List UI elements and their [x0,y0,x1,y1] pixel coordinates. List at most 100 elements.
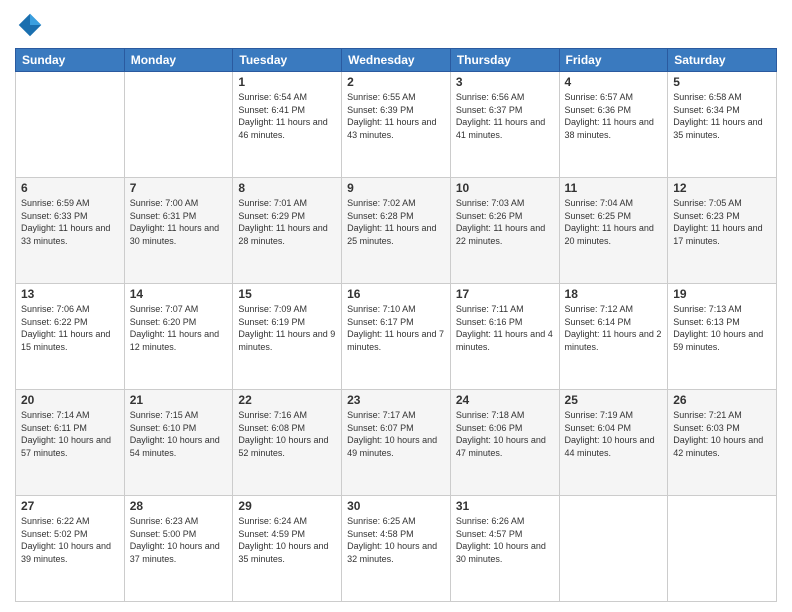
day-number: 3 [456,75,554,89]
weekday-header-friday: Friday [559,49,668,72]
day-cell: 2 Sunrise: 6:55 AM Sunset: 6:39 PM Dayli… [342,72,451,178]
day-number: 13 [21,287,119,301]
day-cell: 23 Sunrise: 7:17 AM Sunset: 6:07 PM Dayl… [342,390,451,496]
day-cell: 30 Sunrise: 6:25 AM Sunset: 4:58 PM Dayl… [342,496,451,602]
day-info: Sunrise: 6:22 AM Sunset: 5:02 PM Dayligh… [21,515,119,565]
day-number: 29 [238,499,336,513]
day-cell: 27 Sunrise: 6:22 AM Sunset: 5:02 PM Dayl… [16,496,125,602]
day-number: 12 [673,181,771,195]
weekday-header-monday: Monday [124,49,233,72]
day-cell: 16 Sunrise: 7:10 AM Sunset: 6:17 PM Dayl… [342,284,451,390]
day-info: Sunrise: 7:11 AM Sunset: 6:16 PM Dayligh… [456,303,554,353]
day-info: Sunrise: 7:07 AM Sunset: 6:20 PM Dayligh… [130,303,228,353]
day-number: 2 [347,75,445,89]
day-number: 11 [565,181,663,195]
day-cell: 15 Sunrise: 7:09 AM Sunset: 6:19 PM Dayl… [233,284,342,390]
day-info: Sunrise: 6:26 AM Sunset: 4:57 PM Dayligh… [456,515,554,565]
day-cell: 20 Sunrise: 7:14 AM Sunset: 6:11 PM Dayl… [16,390,125,496]
day-number: 8 [238,181,336,195]
day-cell [559,496,668,602]
day-cell: 8 Sunrise: 7:01 AM Sunset: 6:29 PM Dayli… [233,178,342,284]
day-info: Sunrise: 7:19 AM Sunset: 6:04 PM Dayligh… [565,409,663,459]
day-info: Sunrise: 6:25 AM Sunset: 4:58 PM Dayligh… [347,515,445,565]
week-row-3: 13 Sunrise: 7:06 AM Sunset: 6:22 PM Dayl… [16,284,777,390]
day-number: 7 [130,181,228,195]
day-cell: 31 Sunrise: 6:26 AM Sunset: 4:57 PM Dayl… [450,496,559,602]
day-cell: 26 Sunrise: 7:21 AM Sunset: 6:03 PM Dayl… [668,390,777,496]
day-number: 23 [347,393,445,407]
day-info: Sunrise: 6:57 AM Sunset: 6:36 PM Dayligh… [565,91,663,141]
day-cell: 4 Sunrise: 6:57 AM Sunset: 6:36 PM Dayli… [559,72,668,178]
day-info: Sunrise: 6:24 AM Sunset: 4:59 PM Dayligh… [238,515,336,565]
weekday-header-thursday: Thursday [450,49,559,72]
day-cell [16,72,125,178]
page: SundayMondayTuesdayWednesdayThursdayFrid… [0,0,792,612]
weekday-header-saturday: Saturday [668,49,777,72]
day-cell: 6 Sunrise: 6:59 AM Sunset: 6:33 PM Dayli… [16,178,125,284]
day-info: Sunrise: 7:01 AM Sunset: 6:29 PM Dayligh… [238,197,336,247]
calendar-table: SundayMondayTuesdayWednesdayThursdayFrid… [15,48,777,602]
day-number: 1 [238,75,336,89]
day-info: Sunrise: 7:10 AM Sunset: 6:17 PM Dayligh… [347,303,445,353]
day-cell: 12 Sunrise: 7:05 AM Sunset: 6:23 PM Dayl… [668,178,777,284]
day-info: Sunrise: 7:16 AM Sunset: 6:08 PM Dayligh… [238,409,336,459]
day-info: Sunrise: 6:58 AM Sunset: 6:34 PM Dayligh… [673,91,771,141]
day-number: 27 [21,499,119,513]
day-cell [124,72,233,178]
week-row-5: 27 Sunrise: 6:22 AM Sunset: 5:02 PM Dayl… [16,496,777,602]
week-row-1: 1 Sunrise: 6:54 AM Sunset: 6:41 PM Dayli… [16,72,777,178]
day-info: Sunrise: 7:05 AM Sunset: 6:23 PM Dayligh… [673,197,771,247]
day-cell: 10 Sunrise: 7:03 AM Sunset: 6:26 PM Dayl… [450,178,559,284]
day-cell: 19 Sunrise: 7:13 AM Sunset: 6:13 PM Dayl… [668,284,777,390]
day-info: Sunrise: 7:13 AM Sunset: 6:13 PM Dayligh… [673,303,771,353]
week-row-4: 20 Sunrise: 7:14 AM Sunset: 6:11 PM Dayl… [16,390,777,496]
day-number: 10 [456,181,554,195]
day-info: Sunrise: 7:17 AM Sunset: 6:07 PM Dayligh… [347,409,445,459]
day-info: Sunrise: 7:15 AM Sunset: 6:10 PM Dayligh… [130,409,228,459]
day-cell: 24 Sunrise: 7:18 AM Sunset: 6:06 PM Dayl… [450,390,559,496]
header [15,10,777,40]
day-info: Sunrise: 6:56 AM Sunset: 6:37 PM Dayligh… [456,91,554,141]
day-info: Sunrise: 7:21 AM Sunset: 6:03 PM Dayligh… [673,409,771,459]
day-number: 16 [347,287,445,301]
logo-icon [15,10,45,40]
day-number: 15 [238,287,336,301]
day-number: 14 [130,287,228,301]
day-cell: 1 Sunrise: 6:54 AM Sunset: 6:41 PM Dayli… [233,72,342,178]
day-info: Sunrise: 7:04 AM Sunset: 6:25 PM Dayligh… [565,197,663,247]
logo [15,10,49,40]
day-cell: 25 Sunrise: 7:19 AM Sunset: 6:04 PM Dayl… [559,390,668,496]
weekday-header-tuesday: Tuesday [233,49,342,72]
day-number: 20 [21,393,119,407]
day-info: Sunrise: 7:09 AM Sunset: 6:19 PM Dayligh… [238,303,336,353]
day-cell: 7 Sunrise: 7:00 AM Sunset: 6:31 PM Dayli… [124,178,233,284]
day-number: 30 [347,499,445,513]
day-info: Sunrise: 7:18 AM Sunset: 6:06 PM Dayligh… [456,409,554,459]
day-info: Sunrise: 7:03 AM Sunset: 6:26 PM Dayligh… [456,197,554,247]
weekday-header-row: SundayMondayTuesdayWednesdayThursdayFrid… [16,49,777,72]
day-number: 21 [130,393,228,407]
day-number: 18 [565,287,663,301]
day-number: 6 [21,181,119,195]
day-cell: 5 Sunrise: 6:58 AM Sunset: 6:34 PM Dayli… [668,72,777,178]
day-cell: 17 Sunrise: 7:11 AM Sunset: 6:16 PM Dayl… [450,284,559,390]
weekday-header-sunday: Sunday [16,49,125,72]
day-number: 9 [347,181,445,195]
day-info: Sunrise: 7:02 AM Sunset: 6:28 PM Dayligh… [347,197,445,247]
day-number: 24 [456,393,554,407]
day-number: 17 [456,287,554,301]
day-number: 28 [130,499,228,513]
day-cell: 13 Sunrise: 7:06 AM Sunset: 6:22 PM Dayl… [16,284,125,390]
day-number: 31 [456,499,554,513]
day-cell: 22 Sunrise: 7:16 AM Sunset: 6:08 PM Dayl… [233,390,342,496]
week-row-2: 6 Sunrise: 6:59 AM Sunset: 6:33 PM Dayli… [16,178,777,284]
day-cell: 9 Sunrise: 7:02 AM Sunset: 6:28 PM Dayli… [342,178,451,284]
weekday-header-wednesday: Wednesday [342,49,451,72]
day-info: Sunrise: 7:06 AM Sunset: 6:22 PM Dayligh… [21,303,119,353]
day-number: 4 [565,75,663,89]
day-info: Sunrise: 6:54 AM Sunset: 6:41 PM Dayligh… [238,91,336,141]
day-info: Sunrise: 7:12 AM Sunset: 6:14 PM Dayligh… [565,303,663,353]
day-cell: 21 Sunrise: 7:15 AM Sunset: 6:10 PM Dayl… [124,390,233,496]
day-info: Sunrise: 6:59 AM Sunset: 6:33 PM Dayligh… [21,197,119,247]
day-number: 22 [238,393,336,407]
